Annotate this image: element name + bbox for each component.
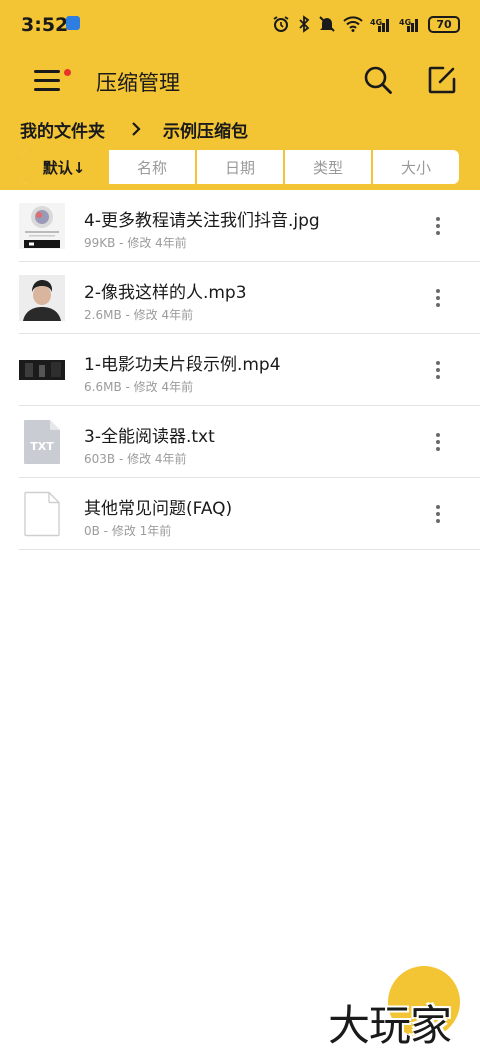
file-name: 3-全能阅读器.txt [84, 427, 215, 447]
more-icon-dot [436, 224, 440, 228]
file-name: 1-电影功夫片段示例.mp4 [84, 355, 281, 375]
notification-dot [64, 69, 71, 76]
page-title: 压缩管理 [96, 71, 180, 95]
file-list: 4-更多教程请关注我们抖音.jpg 99KB - 修改 4年前 2-像我这样的人… [0, 190, 480, 550]
more-icon-dot [436, 289, 440, 293]
sort-tab-size[interactable]: 大小 [373, 150, 459, 184]
more-icon-dot [436, 433, 440, 437]
watermark-text: 大玩家 [328, 1001, 452, 1050]
sort-tab-name[interactable]: 名称 [109, 150, 197, 184]
file-meta: 603B - 修改 4年前 [84, 452, 187, 466]
more-options-button[interactable] [430, 217, 446, 239]
file-meta: 2.6MB - 修改 4年前 [84, 308, 194, 322]
breadcrumb-current[interactable]: 示例压缩包 [163, 117, 248, 142]
app-notification-icon [66, 16, 80, 30]
file-name: 4-更多教程请关注我们抖音.jpg [84, 211, 320, 231]
file-name: 其他常见问题(FAQ) [84, 499, 233, 519]
mute-icon [319, 16, 335, 32]
more-icon-dot [436, 217, 440, 221]
list-item[interactable]: 2-像我这样的人.mp3 2.6MB - 修改 4年前 [0, 262, 480, 334]
more-icon-dot [436, 303, 440, 307]
list-item[interactable]: 1-电影功夫片段示例.mp4 6.6MB - 修改 4年前 [0, 334, 480, 406]
breadcrumb-root[interactable]: 我的文件夹 [20, 117, 105, 142]
file-meta: 99KB - 修改 4年前 [84, 236, 187, 250]
image-thumbnail [19, 203, 65, 249]
more-icon-dot [436, 512, 440, 516]
bluetooth-icon [299, 15, 310, 33]
more-icon-dot [436, 368, 440, 372]
search-button[interactable] [362, 64, 394, 96]
status-time: 3:52 [21, 14, 69, 36]
sort-tab-default[interactable]: 默认↓ [21, 150, 109, 184]
edit-icon [428, 66, 456, 94]
menu-icon-bar [34, 70, 60, 73]
more-icon-dot [436, 231, 440, 235]
album-art-thumbnail [19, 275, 65, 321]
menu-icon-bar [34, 79, 60, 82]
status-bar: 3:52 4G 4G 70 [0, 0, 480, 50]
file-meta: 0B - 修改 1年前 [84, 524, 172, 538]
more-options-button[interactable] [430, 289, 446, 311]
more-icon-dot [436, 505, 440, 509]
list-item[interactable]: 其他常见问题(FAQ) 0B - 修改 1年前 [0, 478, 480, 550]
menu-icon-bar [34, 88, 60, 91]
more-options-button[interactable] [430, 361, 446, 383]
status-icons: 4G 4G 70 [272, 14, 460, 34]
txt-file-label: TXT [30, 440, 54, 453]
more-options-button[interactable] [430, 505, 446, 527]
menu-button[interactable] [26, 64, 71, 94]
list-item[interactable]: TXT 3-全能阅读器.txt 603B - 修改 4年前 [0, 406, 480, 478]
edit-button[interactable] [426, 64, 458, 96]
signal-icon: 4G [370, 18, 389, 32]
txt-file-icon: TXT [24, 420, 60, 464]
chevron-right-icon [132, 122, 141, 136]
search-icon [364, 66, 392, 94]
more-icon-dot [436, 447, 440, 451]
file-meta: 6.6MB - 修改 4年前 [84, 380, 194, 394]
more-icon-dot [436, 361, 440, 365]
more-icon-dot [436, 519, 440, 523]
svg-text:4G: 4G [370, 18, 382, 27]
file-name: 2-像我这样的人.mp3 [84, 283, 247, 303]
blank-file-icon [24, 491, 60, 537]
alarm-icon [273, 16, 289, 32]
wifi-icon [343, 16, 363, 32]
breadcrumb: 我的文件夹 示例压缩包 [20, 116, 248, 142]
video-thumbnail [19, 347, 65, 393]
more-icon-dot [436, 440, 440, 444]
more-icon-dot [436, 296, 440, 300]
sort-tabs: 默认↓ 名称 日期 类型 大小 [19, 148, 461, 186]
svg-text:4G: 4G [399, 18, 411, 27]
toolbar: 压缩管理 [0, 50, 480, 110]
sort-tab-type[interactable]: 类型 [285, 150, 373, 184]
more-options-button[interactable] [430, 433, 446, 455]
signal-icon: 4G [399, 18, 418, 32]
battery-icon: 70 [428, 15, 460, 33]
list-item[interactable]: 4-更多教程请关注我们抖音.jpg 99KB - 修改 4年前 [0, 190, 480, 262]
more-icon-dot [436, 375, 440, 379]
sort-tab-date[interactable]: 日期 [197, 150, 285, 184]
